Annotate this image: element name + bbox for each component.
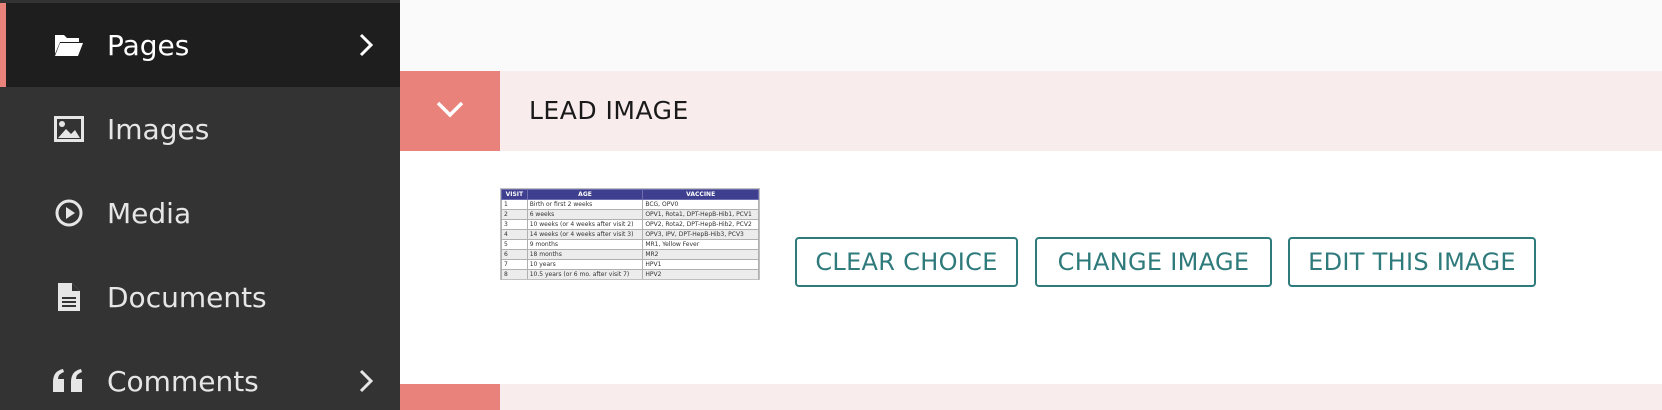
sidebar: Pages Images Media Documents Comments [0, 0, 400, 410]
table-cell: BCG, OPV0 [642, 199, 759, 210]
table-cell: OPV1, Rota1, DPT-HepB-Hib1, PCV1 [642, 209, 759, 220]
lead-image-panel-header: LEAD IMAGE [400, 71, 1662, 151]
clear-choice-button[interactable]: CLEAR CHOICE [795, 237, 1018, 287]
table-cell: 4 [501, 229, 528, 240]
thumbnail-header: VACCINE [642, 189, 759, 200]
table-cell: 8 [501, 269, 528, 279]
image-icon [53, 113, 85, 145]
table-cell: 14 weeks (or 4 weeks after visit 3) [526, 229, 644, 240]
sidebar-item-label: Documents [107, 280, 267, 314]
table-row: 1 Birth or first 2 weeks BCG, OPV0 [501, 199, 759, 210]
table-cell: 10 weeks (or 4 weeks after visit 2) [526, 219, 644, 230]
chevron-right-icon [356, 29, 376, 61]
table-row: 59 months MR1, Yellow Fever [501, 239, 759, 250]
next-panel-header [400, 384, 1662, 410]
table-cell: 6 weeks [526, 209, 644, 220]
panel-title: LEAD IMAGE [529, 96, 689, 125]
table-row: 6 18 months MR2 [501, 249, 759, 260]
table-cell: OPV3, IPV, DPT-HepB-Hib3, PCV3 [642, 229, 759, 240]
document-icon [53, 281, 85, 313]
table-cell: 7 [501, 259, 528, 270]
thumbnail-table: VISIT AGE VACCINE 1 Birth or first 2 week… [501, 189, 759, 279]
table-row: 8 10.5 years (or 6 mo. after visit 7) HPV2 [501, 269, 759, 279]
table-cell: 1 [501, 199, 528, 210]
table-cell: OPV2, Rota2, DPT-HepB-Hib2, PCV2 [642, 219, 759, 230]
lead-image-thumbnail[interactable]: VISIT AGE VACCINE 1 Birth or first 2 week… [500, 188, 760, 280]
table-cell: 5 [501, 239, 528, 250]
main-content: LEAD IMAGE VISIT AGE VACCINE 1 Birth or f… [400, 0, 1662, 410]
folder-open-icon [53, 29, 85, 61]
sidebar-item-comments[interactable]: Comments [0, 339, 400, 410]
next-panel-toggle-button[interactable] [400, 384, 500, 410]
play-circle-icon [53, 197, 85, 229]
table-cell: HPV2 [642, 269, 759, 279]
lead-image-panel-body: VISIT AGE VACCINE 1 Birth or first 2 week… [400, 151, 1662, 384]
sidebar-item-images[interactable]: Images [0, 87, 400, 171]
table-row: 4 14 weeks (or 4 weeks after visit 3) OPV3… [501, 229, 759, 240]
collapse-toggle-button[interactable] [400, 71, 500, 151]
edit-this-image-button[interactable]: EDIT THIS IMAGE [1288, 237, 1536, 287]
sidebar-item-label: Images [107, 112, 210, 146]
table-cell: 9 months [526, 239, 644, 250]
chevron-right-icon [356, 365, 376, 397]
sidebar-item-label: Pages [107, 28, 190, 62]
sidebar-item-label: Media [107, 196, 192, 230]
sidebar-item-documents[interactable]: Documents [0, 255, 400, 339]
table-row: 26 weeks OPV1, Rota1, DPT-HepB-Hib1, PCV1 [501, 209, 759, 220]
quote-icon [51, 365, 87, 397]
table-cell: MR1, Yellow Fever [642, 239, 759, 250]
table-cell: Birth or first 2 weeks [526, 199, 644, 210]
sidebar-item-label: Comments [107, 364, 259, 398]
table-cell: 6 [501, 249, 528, 260]
sidebar-item-media[interactable]: Media [0, 171, 400, 255]
table-cell: 3 [501, 219, 528, 230]
table-cell: 2 [501, 209, 528, 220]
sidebar-item-pages[interactable]: Pages [0, 3, 400, 87]
table-cell: 10.5 years (or 6 mo. after visit 7) [526, 269, 644, 279]
table-row: 3 10 weeks (or 4 weeks after visit 2) OPV2… [501, 219, 759, 230]
table-cell: 10 years [526, 259, 644, 270]
table-cell: MR2 [642, 249, 759, 260]
thumbnail-header: AGE [526, 189, 644, 200]
chevron-down-icon [434, 99, 466, 123]
change-image-button[interactable]: CHANGE IMAGE [1035, 237, 1272, 287]
table-row: 7 10 years HPV1 [501, 259, 759, 270]
thumbnail-header: VISIT [501, 189, 528, 200]
table-cell: HPV1 [642, 259, 759, 270]
table-cell: 18 months [526, 249, 644, 260]
